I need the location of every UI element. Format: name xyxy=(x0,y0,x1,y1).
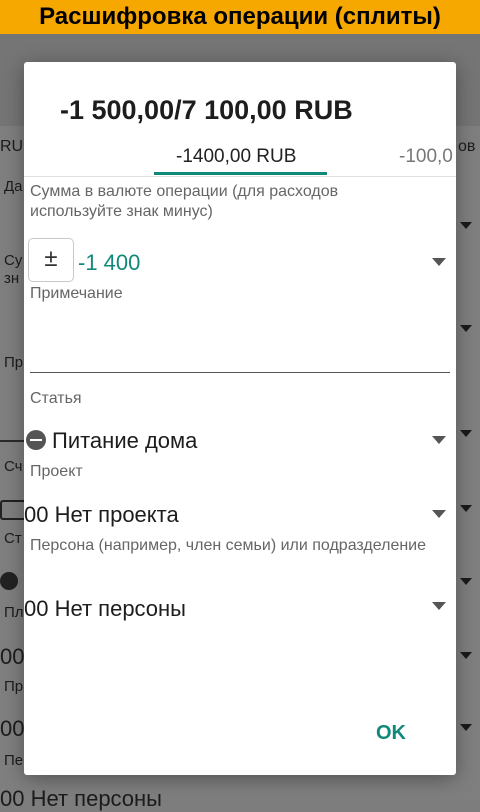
background-dropdown-arrow xyxy=(460,578,472,585)
background-label: Пр xyxy=(4,354,24,371)
tab-divider xyxy=(24,176,456,177)
amount-label: Сумма в валюте операции (для расходов ис… xyxy=(30,183,339,220)
tab-split-1[interactable]: -1400,00 RUB xyxy=(176,146,296,168)
active-tab-indicator xyxy=(154,172,327,175)
background-label: зн xyxy=(4,270,20,287)
note-input[interactable] xyxy=(30,334,448,370)
background-divider xyxy=(0,440,24,442)
background-dropdown-arrow xyxy=(460,222,472,229)
person-label: Персона (например, член семьи) или подра… xyxy=(30,537,427,554)
background-label: Пе xyxy=(4,752,24,769)
app-title-bar: Расшифровка операции (сплиты) xyxy=(0,0,480,34)
project-select[interactable]: 00 Нет проекта xyxy=(24,502,179,528)
project-label: Проект xyxy=(30,463,83,480)
minus-circle-icon xyxy=(0,572,18,590)
project-dropdown-arrow[interactable] xyxy=(432,510,446,518)
background-dropdown-arrow xyxy=(460,505,472,512)
background-dropdown-arrow xyxy=(460,325,472,332)
category-select[interactable]: Питание дома xyxy=(52,428,197,454)
note-label: Примечание xyxy=(30,285,123,302)
note-underline xyxy=(30,372,450,373)
background-tab-right: ов xyxy=(458,138,476,155)
ok-button[interactable]: OK xyxy=(376,722,406,745)
background-label: Пл xyxy=(4,604,24,621)
background-value: 00 xyxy=(0,644,25,669)
person-dropdown-arrow[interactable] xyxy=(432,602,446,610)
sign-toggle-button[interactable]: ± xyxy=(28,238,74,282)
credit-card-icon xyxy=(0,500,26,520)
split-dialog: -1 500,00/7 100,00 RUB -1400,00 RUB -100… xyxy=(24,62,456,775)
dialog-title: -1 500,00/7 100,00 RUB xyxy=(60,95,353,125)
amount-input[interactable]: -1 400 xyxy=(78,250,140,276)
minus-circle-icon xyxy=(26,430,46,450)
background-dropdown-arrow xyxy=(460,652,472,659)
background-tab-left: RU xyxy=(0,138,24,155)
background-dropdown-arrow xyxy=(460,724,472,731)
category-label: Статья xyxy=(30,390,82,407)
category-dropdown-arrow[interactable] xyxy=(432,436,446,444)
tab-split-2[interactable]: -100,0 xyxy=(399,146,453,168)
background-label: Пр xyxy=(4,678,24,695)
background-label: Да xyxy=(4,178,23,195)
background-dropdown-arrow xyxy=(460,430,472,437)
person-select[interactable]: 00 Нет персоны xyxy=(24,596,186,622)
amount-dropdown-arrow[interactable] xyxy=(432,258,446,266)
background-value: 00 Нет персоны xyxy=(0,786,162,811)
background-label: Ст xyxy=(4,530,22,547)
background-label: Су xyxy=(4,252,23,269)
background-label: Сч xyxy=(4,458,23,475)
background-value: 00 xyxy=(0,716,25,741)
